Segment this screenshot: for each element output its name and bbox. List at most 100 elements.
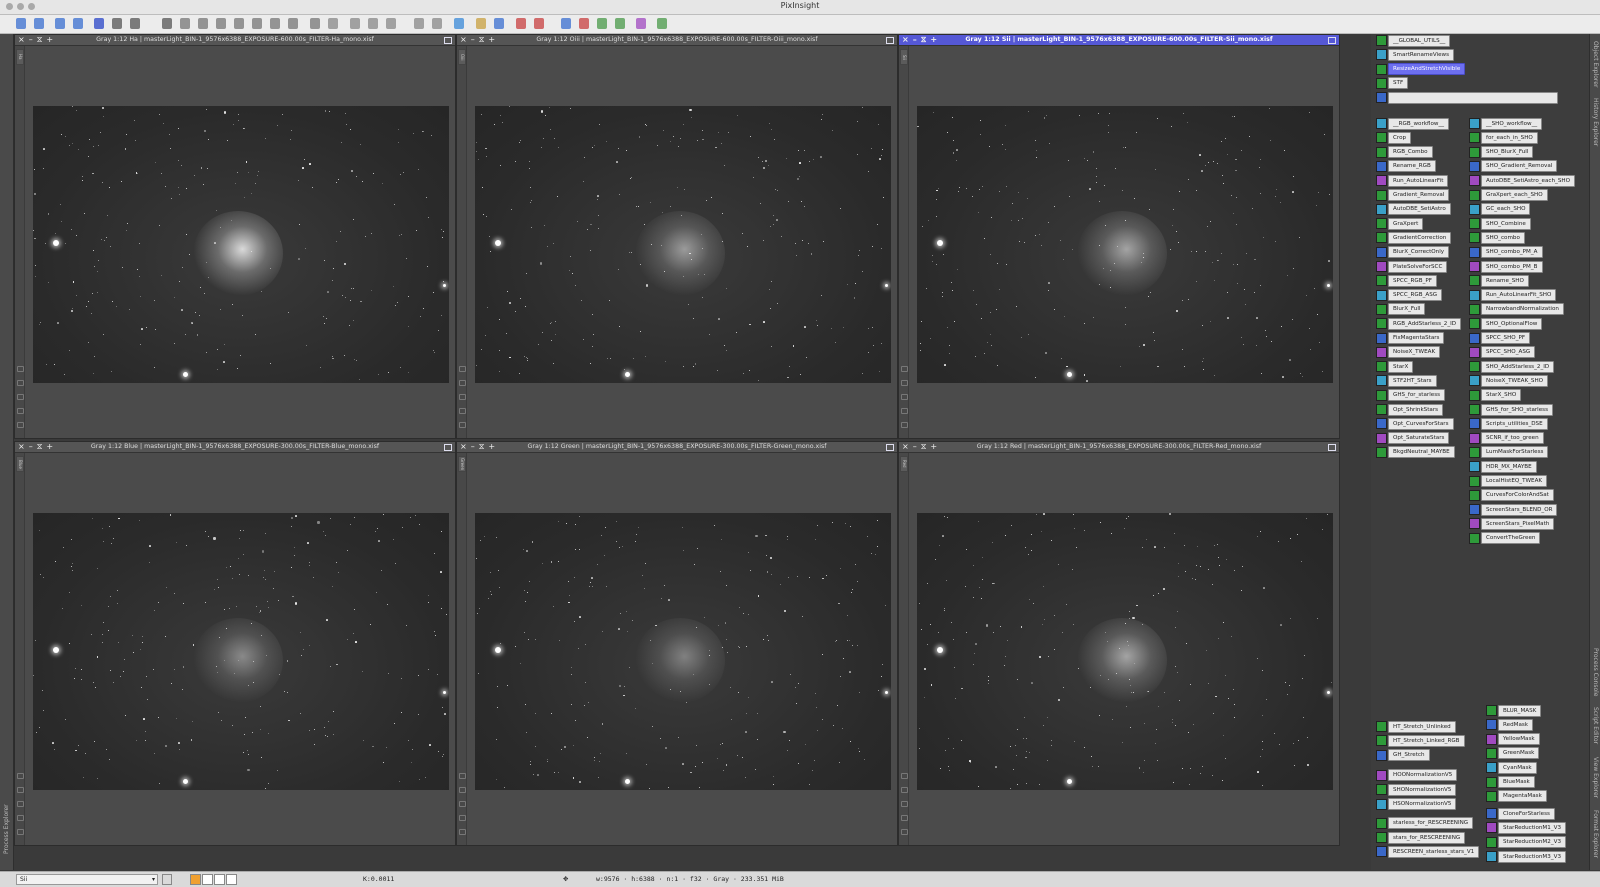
toolbar-button-19[interactable]	[368, 18, 378, 29]
view-strip-icon-5[interactable]	[17, 422, 24, 428]
view-tab[interactable]: Blue	[16, 456, 24, 472]
view-strip-icon-1[interactable]	[17, 773, 24, 779]
view-strip-icon-4[interactable]	[901, 815, 908, 821]
process-icon-rgb-addstarless-2-id[interactable]: RGB_AddStarless_2_ID	[1376, 317, 1462, 330]
window-controls[interactable]: ×–⧖+	[902, 35, 941, 45]
process-console-tab[interactable]: Process Console	[1590, 644, 1600, 700]
process-icon-crop[interactable]: Crop	[1376, 131, 1412, 144]
toolbar-button-20[interactable]	[386, 18, 396, 29]
process-icon-spcc-sho-asg[interactable]: SPCC_SHO_ASG	[1469, 346, 1536, 359]
process-icon-screenstars-blend-or[interactable]: ScreenStars_BLEND_OR	[1469, 503, 1558, 516]
toolbar-button-25[interactable]	[494, 18, 504, 29]
process-icon-starless-for-rescreening[interactable]: starless_for_RESCREENING	[1376, 817, 1474, 830]
image-window-title-bar[interactable]: Gray 1:12 Green | masterLight_BIN-1_9576…	[457, 442, 897, 453]
view-strip-icon-2[interactable]	[17, 380, 24, 386]
mode-button-2[interactable]	[202, 874, 213, 885]
view-strip-icon-3[interactable]	[901, 801, 908, 807]
toolbar-button-14[interactable]	[270, 18, 280, 29]
process-icon-smartrenameviews[interactable]: SmartRenameViews	[1376, 48, 1455, 61]
maximize-icon[interactable]	[886, 37, 894, 44]
process-icon-redmask[interactable]: RedMask	[1486, 718, 1534, 731]
view-strip-icon-5[interactable]	[17, 829, 24, 835]
process-icon-opt-curvesforstars[interactable]: Opt_CurvesForStars	[1376, 417, 1454, 430]
view-strip-icon-2[interactable]	[17, 787, 24, 793]
view-strip-icon-3[interactable]	[17, 801, 24, 807]
process-icon-global-utils[interactable]: __GLOBAL_UTILS__	[1376, 34, 1451, 47]
process-icon-fixmagentastars[interactable]: FixMagentaStars	[1376, 332, 1445, 345]
toolbar-button-10[interactable]	[198, 18, 208, 29]
toolbar-button-16[interactable]	[310, 18, 320, 29]
image-window-ha[interactable]: Gray 1:12 Ha | masterLight_BIN-1_9576x63…	[14, 34, 456, 439]
toolbar-button-1[interactable]	[16, 18, 26, 29]
toolbar-button-32[interactable]	[636, 18, 646, 29]
view-strip-icon-3[interactable]	[17, 394, 24, 400]
process-icon-ghs-for-starless[interactable]: GHS_for_starless	[1376, 389, 1446, 402]
view-tab[interactable]: Ha	[16, 49, 24, 65]
view-strip-icon-3[interactable]	[459, 801, 466, 807]
process-icon-ht-stretch-linked-rgb[interactable]: HT_Stretch_Linked_RGB	[1376, 734, 1465, 747]
view-strip-icon-2[interactable]	[901, 787, 908, 793]
process-icon-curvesforcolorandsat[interactable]: CurvesForColorAndSat	[1469, 489, 1554, 502]
process-icon-spcc-rgb-asg[interactable]: SPCC_RGB_ASG	[1376, 289, 1443, 302]
process-icon-screenstars-pixelmath[interactable]: ScreenStars_PixelMath	[1469, 517, 1555, 530]
view-strip-icon-4[interactable]	[459, 815, 466, 821]
process-icon-ghs-for-sho-starless[interactable]: GHS_for_SHO_starless	[1469, 403, 1553, 416]
view-explorer-tab[interactable]: View Explorer	[1590, 752, 1600, 804]
view-strip-icon-3[interactable]	[901, 394, 908, 400]
toolbar-button-26[interactable]	[516, 18, 526, 29]
image-window-title-bar[interactable]: Gray 1:12 Oiii | masterLight_BIN-1_9576x…	[457, 35, 897, 46]
window-controls[interactable]: ×–⧖+	[460, 35, 499, 45]
view-selector[interactable]: Sii ▾	[16, 874, 158, 885]
view-tab[interactable]: Sii	[900, 49, 908, 65]
process-icon-graxpert[interactable]: GraXpert	[1376, 217, 1424, 230]
image-view[interactable]	[33, 106, 449, 383]
process-icon-rescreen-starless-stars-v1[interactable]: RESCREEN_starless_stars_V1	[1376, 845, 1480, 858]
maximize-icon[interactable]	[444, 37, 452, 44]
process-icon-for-each-in-sho[interactable]: for_each_in_SHO	[1469, 131, 1538, 144]
process-icon-starx[interactable]: StarX	[1376, 360, 1414, 373]
view-strip-icon-2[interactable]	[459, 787, 466, 793]
view-strip-icon-4[interactable]	[901, 408, 908, 414]
toolbar-button-27[interactable]	[534, 18, 544, 29]
process-icon-magentamask[interactable]: MagentaMask	[1486, 790, 1547, 803]
process-icon-sho-combo-pm-a[interactable]: SHO_combo_PM_A	[1469, 246, 1543, 259]
toolbar-button-18[interactable]	[350, 18, 360, 29]
process-icon-shonormalizationv5[interactable]: SHONormalizationV5	[1376, 783, 1457, 796]
process-icon-greenmask[interactable]: GreenMask	[1486, 747, 1540, 760]
view-strip-icon-1[interactable]	[459, 366, 466, 372]
image-window-red[interactable]: Gray 1:12 Red | masterLight_BIN-1_9576x6…	[898, 441, 1340, 846]
view-strip-icon-5[interactable]	[459, 829, 466, 835]
image-view[interactable]	[917, 106, 1333, 383]
process-icon-rgb-workflow[interactable]: __RGB_workflow__	[1376, 117, 1450, 130]
process-icon-sho-combine[interactable]: SHO_Combine	[1469, 217, 1531, 230]
toolbar-button-9[interactable]	[180, 18, 190, 29]
toolbar-button-30[interactable]	[597, 18, 607, 29]
process-icon-starreductionm3-v3[interactable]: StarReductionM3_V3	[1486, 850, 1567, 863]
process-icon-rename-rgb[interactable]: Rename_RGB	[1376, 160, 1436, 173]
process-icon-lummaskforstarless[interactable]: LumMaskForStarless	[1469, 446, 1549, 459]
process-icon-gh-stretch[interactable]: GH_Stretch	[1376, 749, 1430, 762]
view-strip-icon-3[interactable]	[459, 394, 466, 400]
process-icon-bluemask[interactable]: BlueMask	[1486, 776, 1535, 789]
process-icon-blank[interactable]	[1376, 91, 1558, 104]
toolbar-button-5[interactable]	[94, 18, 104, 29]
process-icon-hsonormalizationv5[interactable]: HSONormalizationV5	[1376, 798, 1457, 811]
image-view[interactable]	[917, 513, 1333, 790]
process-icon-cloneforstarless[interactable]: CloneForStarless	[1486, 807, 1555, 820]
process-icon-starreductionm1-v3[interactable]: StarReductionM1_V3	[1486, 821, 1567, 834]
window-controls[interactable]: ×–⧖+	[18, 442, 57, 452]
process-icon-run-autolinearfit[interactable]: Run_AutoLinearFit	[1376, 174, 1449, 187]
toolbar-button-17[interactable]	[328, 18, 338, 29]
process-icon-convertthegreen[interactable]: ConvertTheGreen	[1469, 532, 1541, 545]
toolbar-button-13[interactable]	[252, 18, 262, 29]
maximize-icon[interactable]	[1328, 444, 1336, 451]
view-strip-icon-1[interactable]	[459, 773, 466, 779]
process-icon-cyanmask[interactable]: CyanMask	[1486, 761, 1537, 774]
process-icon-stf2ht-stars[interactable]: STF2HT_Stars	[1376, 374, 1437, 387]
process-icon-opt-shrinkstars[interactable]: Opt_ShrinkStars	[1376, 403, 1444, 416]
process-icon-spcc-rgb-pf[interactable]: SPCC_RGB_PF	[1376, 274, 1437, 287]
process-icon-sho-blurx-full[interactable]: SHO_BlurX_Full	[1469, 146, 1534, 159]
toolbar-button-7[interactable]	[130, 18, 140, 29]
view-strip-icon-1[interactable]	[901, 366, 908, 372]
toolbar-button-12[interactable]	[234, 18, 244, 29]
